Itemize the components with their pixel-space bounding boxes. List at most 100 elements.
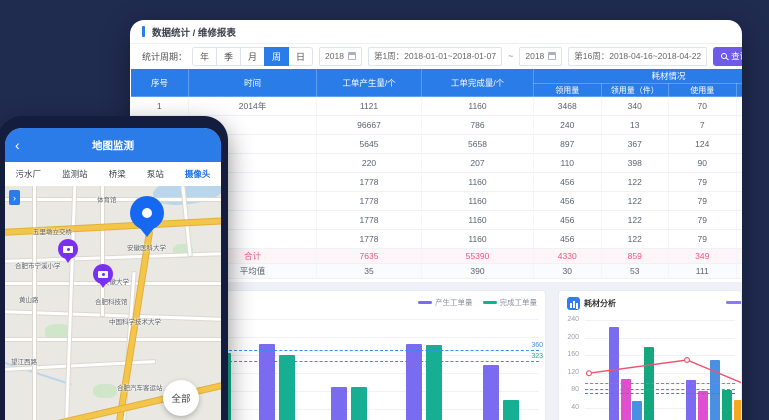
phone-page-title: 地图监测 — [92, 138, 134, 153]
table-cell: 349 — [669, 249, 737, 264]
table-cell: 129 — [736, 135, 742, 154]
period-option-月[interactable]: 月 — [240, 47, 265, 66]
consumables-bar — [609, 327, 619, 420]
table-cell: 1 — [131, 97, 189, 116]
breadcrumb: 数据统计 / 维修报表 — [152, 25, 236, 39]
map-park — [93, 384, 117, 398]
table-header: 序号时间工单产生量/个工单完成量/个耗材情况领用量领用量（件）使用量库存量 — [131, 69, 743, 97]
consumables-bar — [686, 380, 696, 420]
phone-tab-摄像头[interactable]: 摄像头 — [185, 168, 211, 180]
bar-产生工单量 — [406, 344, 422, 420]
bar-完成工单量 — [279, 355, 295, 420]
column-header: 工单完成量/个 — [422, 69, 534, 97]
table-cell: 79 — [669, 211, 737, 230]
y-axis-tick: 240 — [559, 316, 579, 323]
camera-pin[interactable] — [93, 264, 113, 284]
table-cell: 55390 — [422, 249, 534, 264]
table-cell: 690 — [736, 116, 742, 135]
y-axis-tick: 80 — [559, 386, 579, 393]
y-axis-tick: 160 — [559, 351, 579, 358]
table-cell: 786 — [422, 116, 534, 135]
table-cell: 1778 — [317, 230, 422, 249]
y-axis-tick: 120 — [559, 369, 579, 376]
query-button[interactable]: 查询 — [713, 47, 742, 66]
end-year-select[interactable]: 2018 — [519, 47, 562, 66]
selected-location-pin[interactable] — [130, 196, 164, 230]
table-cell: 1160 — [422, 97, 534, 116]
table-cell: 79 — [669, 230, 737, 249]
workorder-chart-panel: 产生工单量完成工单量 360323 — [222, 290, 546, 420]
sub-column-header: 领用量（件） — [601, 84, 669, 97]
map-expand-button[interactable]: › — [9, 190, 20, 205]
back-icon[interactable]: ‹ — [15, 138, 20, 152]
table-cell: 110 — [534, 154, 602, 173]
search-icon — [721, 53, 727, 59]
consumables-chart-panel: 耗材分析 2402001601208040 — [558, 290, 742, 420]
show-all-button[interactable]: 全部 — [163, 380, 199, 416]
start-year-select[interactable]: 2018 — [319, 47, 362, 66]
table-cell: 122 — [601, 192, 669, 211]
map-canvas[interactable]: › 全部 体育馆安徽医科大学五里墩立交桥合肥市宁溪小学安徽大学合肥科技馆黄山路中… — [5, 186, 221, 420]
table-cell: 67 — [736, 211, 742, 230]
phone-mockup: ‹ 地图监测 污水厂 监测站 桥梁 泵站 摄像头 — [0, 116, 228, 420]
gridline — [229, 319, 539, 320]
reference-line — [229, 350, 539, 351]
column-header: 工单产生量/个 — [317, 69, 422, 97]
group-column-header: 耗材情况 — [534, 69, 743, 84]
page-background: 数据统计 / 维修报表 统计周期： 年季月周日 2018 第1周：2018-01… — [0, 0, 769, 420]
gridline — [229, 337, 539, 338]
phone-header: ‹ 地图监测 — [5, 128, 221, 162]
filter-toolbar: 统计周期： 年季月周日 2018 第1周：2018-01-01~2018-01-… — [130, 44, 742, 68]
table-cell: 30 — [534, 264, 602, 279]
table-cell: 67 — [736, 230, 742, 249]
gridline — [585, 355, 735, 356]
table-cell: 398 — [601, 154, 669, 173]
table-cell: 79 — [669, 192, 737, 211]
end-week-value: 第16周：2018-04-16~2018-04-22 — [574, 50, 701, 62]
workorder-chart-plot: 360323 — [223, 291, 545, 420]
consumables-bar — [722, 390, 732, 420]
table-cell: 13 — [601, 116, 669, 135]
period-option-日[interactable]: 日 — [288, 47, 313, 66]
table-cell: 456 — [534, 192, 602, 211]
camera-pin[interactable] — [58, 239, 78, 259]
y-axis-tick: 40 — [559, 404, 579, 411]
start-week-input[interactable]: 第1周：2018-01-01~2018-01-07 — [368, 47, 502, 66]
table-cell: 79 — [669, 173, 737, 192]
calendar-icon — [348, 52, 356, 60]
period-option-季[interactable]: 季 — [216, 47, 241, 66]
table-cell: 1778 — [317, 192, 422, 211]
map-place-label: 黄山路 — [19, 294, 39, 304]
phone-tab-泵站[interactable]: 泵站 — [147, 168, 164, 180]
table-cell: 70 — [669, 97, 737, 116]
table-cell: 122 — [601, 211, 669, 230]
table-cell: 96667 — [317, 116, 422, 135]
period-option-周[interactable]: 周 — [264, 47, 289, 66]
phone-tab-污水厂[interactable]: 污水厂 — [16, 168, 42, 180]
end-week-input[interactable]: 第16周：2018-04-16~2018-04-22 — [568, 47, 707, 66]
table-cell: 90 — [669, 154, 737, 173]
phone-tab-监测站[interactable]: 监测站 — [62, 168, 88, 180]
bar-产生工单量 — [331, 387, 347, 420]
table-cell: 7 — [669, 116, 737, 135]
reference-line — [229, 361, 539, 362]
bar-完成工单量 — [351, 387, 367, 420]
table-cell: 859 — [601, 249, 669, 264]
table-cell: 124 — [669, 135, 737, 154]
gridline — [585, 320, 735, 321]
table-cell: 5658 — [422, 135, 534, 154]
table-cell: 35 — [317, 264, 422, 279]
end-year-value: 2018 — [525, 51, 544, 61]
breadcrumb-bar: 数据统计 / 维修报表 — [130, 20, 742, 44]
table-cell: 207 — [422, 154, 534, 173]
period-option-年[interactable]: 年 — [192, 47, 217, 66]
table-cell: 240 — [534, 116, 602, 135]
table-cell: 33 — [736, 249, 742, 264]
sub-column-header: 领用量 — [534, 84, 602, 97]
table-cell: 1160 — [422, 230, 534, 249]
start-week-value: 第1周：2018-01-01~2018-01-07 — [374, 50, 496, 62]
range-separator: ~ — [508, 51, 513, 61]
map-place-label: 合肥汽车客运站 — [117, 382, 163, 392]
table-cell: 111 — [669, 264, 737, 279]
phone-tab-桥梁[interactable]: 桥梁 — [109, 168, 126, 180]
